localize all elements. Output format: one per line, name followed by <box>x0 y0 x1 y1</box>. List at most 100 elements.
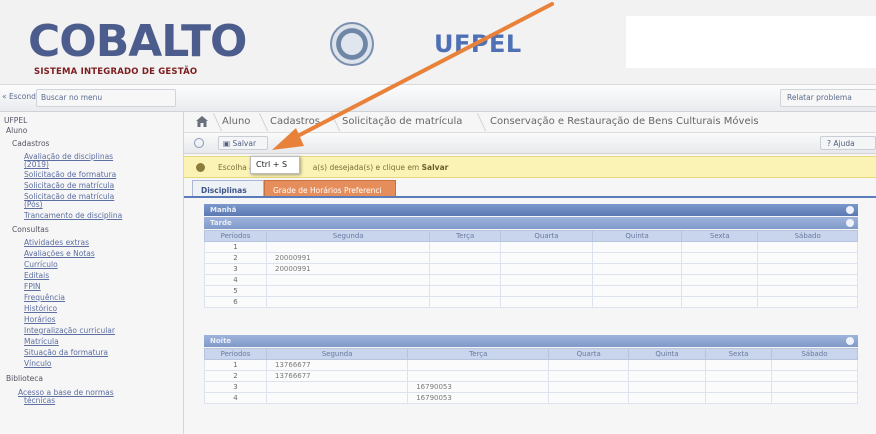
schedule-cell[interactable] <box>407 359 550 371</box>
schedule-cell[interactable] <box>591 241 683 253</box>
sidebar-item-normas-tecnicas-suffix[interactable]: técnicas <box>24 396 55 405</box>
section-header-tarde[interactable]: Tarde <box>204 217 858 229</box>
schedule-cell[interactable] <box>705 359 772 371</box>
collapse-icon[interactable] <box>846 219 854 227</box>
breadcrumb-solicitacao[interactable]: Solicitação de matrícula <box>342 116 462 127</box>
sidebar-item-avaliacao-disciplinas-year[interactable]: (2019) <box>24 160 49 169</box>
schedule-cell[interactable] <box>591 263 683 275</box>
schedule-cell[interactable] <box>548 370 629 382</box>
sidebar-item-editais[interactable]: Editais <box>24 271 49 280</box>
search-menu-input[interactable]: Buscar no menu <box>36 89 176 107</box>
sidebar-item-matricula[interactable]: Matrícula <box>24 337 59 346</box>
schedule-cell[interactable] <box>499 252 594 264</box>
schedule-cell[interactable]: 20000991 <box>265 263 431 275</box>
schedule-cell[interactable] <box>681 241 759 253</box>
schedule-cell[interactable] <box>627 370 707 382</box>
tree-folder-consultas[interactable]: Consultas <box>12 225 49 234</box>
schedule-cell[interactable] <box>627 359 707 371</box>
sidebar-item-historico[interactable]: Histórico <box>24 304 57 313</box>
schedule-cell[interactable]: 16790053 <box>407 392 550 404</box>
schedule-cell[interactable] <box>265 274 431 286</box>
breadcrumb-cadastros[interactable]: Cadastros <box>270 116 320 127</box>
schedule-cell[interactable] <box>499 285 594 297</box>
schedule-cell[interactable] <box>757 296 858 308</box>
report-problem-button[interactable]: Relatar problema <box>780 89 876 107</box>
schedule-cell[interactable] <box>429 274 501 286</box>
schedule-cell[interactable] <box>548 392 629 404</box>
schedule-cell[interactable]: 20000991 <box>265 252 431 264</box>
schedule-cell[interactable] <box>681 263 759 275</box>
schedule-cell[interactable] <box>499 296 594 308</box>
schedule-cell[interactable] <box>757 241 858 253</box>
sidebar-item-integralizacao[interactable]: Integralização curricular <box>24 326 115 335</box>
schedule-cell[interactable] <box>705 370 772 382</box>
schedule-cell[interactable] <box>407 370 550 382</box>
tree-folder-biblioteca[interactable]: Biblioteca <box>6 374 43 383</box>
schedule-cell[interactable] <box>757 252 858 264</box>
schedule-cell[interactable] <box>548 359 629 371</box>
schedule-cell[interactable] <box>681 252 759 264</box>
sidebar-item-vinculo[interactable]: Vínculo <box>24 359 52 368</box>
schedule-cell[interactable]: 13766677 <box>265 370 409 382</box>
sidebar-item-situacao-formatura[interactable]: Situação da formatura <box>24 348 108 357</box>
schedule-cell[interactable] <box>757 285 858 297</box>
save-button[interactable]: ▣ Salvar <box>218 136 268 150</box>
collapse-icon[interactable] <box>846 337 854 345</box>
schedule-cell[interactable] <box>265 241 431 253</box>
schedule-cell[interactable] <box>429 285 501 297</box>
schedule-cell[interactable] <box>681 274 759 286</box>
section-header-noite[interactable]: Noite <box>204 335 858 347</box>
schedule-cell[interactable] <box>627 392 707 404</box>
schedule-cell[interactable] <box>265 285 431 297</box>
collapse-icon[interactable] <box>846 206 854 214</box>
sidebar-item-curriculo[interactable]: Currículo <box>24 260 58 269</box>
schedule-cell[interactable] <box>499 274 594 286</box>
schedule-cell[interactable] <box>770 359 859 371</box>
sidebar-item-solicitacao-matricula-pos-suffix[interactable]: (Pós) <box>24 200 43 209</box>
schedule-cell[interactable] <box>757 263 858 275</box>
schedule-cell[interactable] <box>770 370 859 382</box>
schedule-cell[interactable] <box>265 381 409 393</box>
column-header: Segunda <box>265 230 431 242</box>
schedule-cell[interactable] <box>627 381 707 393</box>
schedule-cell[interactable] <box>705 381 772 393</box>
breadcrumb-aluno[interactable]: Aluno <box>222 116 250 127</box>
schedule-cell[interactable] <box>429 263 501 275</box>
section-header-manha[interactable]: Manhã <box>204 204 858 216</box>
schedule-cell[interactable] <box>499 241 594 253</box>
sidebar-item-trancamento-disciplina[interactable]: Trancamento de disciplina <box>24 211 122 220</box>
sidebar-item-atividades-extras[interactable]: Atividades extras <box>24 238 89 247</box>
sidebar-item-solicitacao-formatura[interactable]: Solicitação de formatura <box>24 170 116 179</box>
schedule-cell[interactable] <box>429 296 501 308</box>
schedule-cell[interactable] <box>757 274 858 286</box>
sidebar-item-frequencia[interactable]: Frequência <box>24 293 65 302</box>
schedule-cell[interactable] <box>265 296 431 308</box>
table-row: 3 16790053 <box>204 381 859 393</box>
sidebar-item-horarios[interactable]: Horários <box>24 315 56 324</box>
schedule-cell[interactable] <box>548 381 629 393</box>
schedule-cell[interactable] <box>705 392 772 404</box>
sidebar-item-fpin[interactable]: FPIN <box>24 282 41 291</box>
action-bar: ▣ Salvar ? Ajuda <box>184 132 876 154</box>
sidebar-item-solicitacao-matricula[interactable]: Solicitação de matrícula <box>24 181 114 190</box>
back-circle-icon[interactable] <box>194 138 204 148</box>
schedule-cell[interactable] <box>429 241 501 253</box>
schedule-cell[interactable]: 16790053 <box>407 381 550 393</box>
schedule-cell[interactable] <box>499 263 594 275</box>
help-button[interactable]: ? Ajuda <box>820 136 876 150</box>
schedule-cell[interactable] <box>591 296 683 308</box>
tree-root[interactable]: UFPEL <box>4 116 27 125</box>
schedule-cell[interactable] <box>265 392 409 404</box>
schedule-cell[interactable] <box>770 392 859 404</box>
schedule-cell[interactable]: 13766677 <box>265 359 409 371</box>
schedule-cell[interactable] <box>591 274 683 286</box>
tree-folder-aluno[interactable]: Aluno <box>6 126 27 135</box>
schedule-cell[interactable] <box>681 285 759 297</box>
sidebar-item-avaliacoes-notas[interactable]: Avaliações e Notas <box>24 249 95 258</box>
tree-folder-cadastros[interactable]: Cadastros <box>12 139 49 148</box>
schedule-cell[interactable] <box>429 252 501 264</box>
schedule-cell[interactable] <box>681 296 759 308</box>
schedule-cell[interactable] <box>591 252 683 264</box>
schedule-cell[interactable] <box>591 285 683 297</box>
schedule-cell[interactable] <box>770 381 859 393</box>
